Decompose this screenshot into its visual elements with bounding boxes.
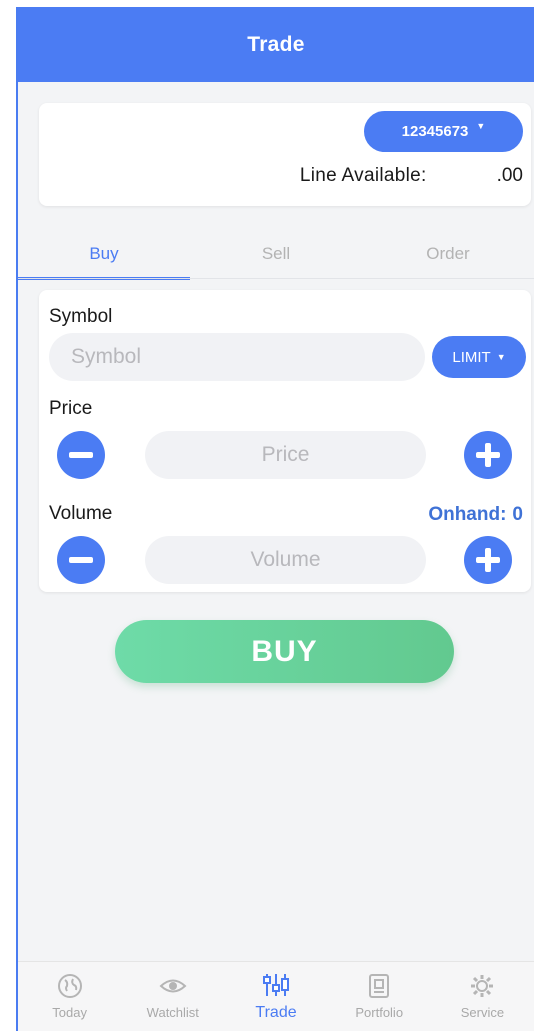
order-type-label: LIMIT [452, 348, 491, 366]
price-label: Price [49, 398, 93, 419]
tab-buy-label: Buy [89, 244, 119, 263]
app-screen: Trade 12345673 ▼ Line Available: .00 Buy… [16, 7, 534, 1031]
eye-icon [159, 979, 187, 993]
minus-icon [69, 557, 93, 563]
nav-label-portfolio: Portfolio [355, 1005, 404, 1020]
buy-button-label: BUY [251, 634, 318, 668]
price-decrease-button[interactable] [57, 431, 105, 479]
globe-icon [57, 974, 82, 998]
trade-tabs: Buy Sell Order [18, 229, 534, 280]
nav-label-today: Today [52, 1005, 87, 1020]
plus-icon [476, 548, 500, 572]
tabs-divider [18, 278, 534, 279]
tab-order-label: Order [426, 244, 470, 263]
minus-icon [69, 452, 93, 458]
portfolio-icon [369, 974, 390, 998]
onhand-value: 0 [512, 504, 523, 525]
nav-label-watchlist: Watchlist [146, 1005, 199, 1020]
symbol-label: Symbol [49, 306, 113, 327]
sliders-icon [263, 973, 289, 996]
onhand-label: Onhand: [428, 504, 507, 525]
page-title: Trade [247, 32, 305, 56]
caret-down-icon: ▼ [496, 352, 506, 362]
line-available-value: .00 [496, 165, 523, 186]
tab-buy[interactable]: Buy [18, 229, 190, 280]
order-form-card: Symbol LIMIT ▼ Price Volume Onhand: 0 [39, 290, 531, 592]
volume-input[interactable] [145, 536, 426, 584]
account-number: 12345673 [401, 123, 469, 140]
price-increase-button[interactable] [464, 431, 512, 479]
volume-label: Volume [49, 503, 113, 524]
caret-down-icon: ▼ [476, 120, 486, 131]
plus-icon [476, 443, 500, 467]
tab-sell-label: Sell [261, 244, 291, 263]
symbol-input[interactable] [49, 333, 425, 381]
nav-label-trade: Trade [255, 1003, 297, 1021]
onhand-info: Onhand: 0 [428, 504, 523, 526]
gear-icon [471, 975, 494, 997]
nav-item-today[interactable]: Today [18, 962, 121, 1031]
nav-item-trade[interactable]: Trade [224, 962, 327, 1031]
tab-sell[interactable]: Sell [190, 229, 362, 279]
account-selector[interactable]: 12345673 ▼ [364, 111, 523, 152]
order-type-dropdown[interactable]: LIMIT ▼ [432, 336, 526, 378]
tab-order[interactable]: Order [362, 229, 534, 279]
buy-button[interactable]: BUY [115, 620, 454, 683]
price-input[interactable] [145, 431, 426, 479]
nav-item-portfolio[interactable]: Portfolio [328, 962, 431, 1031]
line-available-row: Line Available: .00 [39, 163, 523, 189]
bottom-nav: Today Watchlist Trade Portfolio Service [18, 961, 534, 1031]
nav-item-service[interactable]: Service [431, 962, 534, 1031]
volume-increase-button[interactable] [464, 536, 512, 584]
nav-label-service: Service [460, 1005, 505, 1020]
line-available-label: Line Available: [299, 165, 427, 186]
account-card: 12345673 ▼ Line Available: .00 [39, 103, 531, 206]
nav-item-watchlist[interactable]: Watchlist [121, 962, 224, 1031]
volume-decrease-button[interactable] [57, 536, 105, 584]
header-bar: Trade [18, 7, 534, 82]
